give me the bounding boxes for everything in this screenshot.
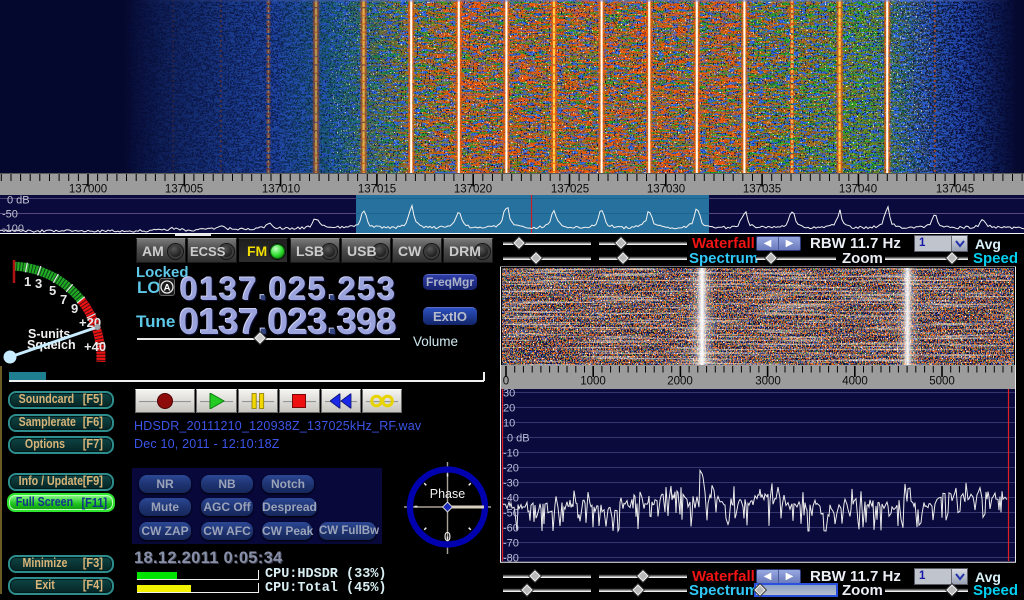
svg-text:5: 5 bbox=[49, 283, 56, 298]
svg-text:Phase: Phase bbox=[430, 487, 465, 501]
svg-text:-60: -60 bbox=[503, 523, 519, 535]
svg-text:+40: +40 bbox=[84, 339, 106, 354]
svg-text:10: 10 bbox=[503, 418, 515, 430]
svg-text:-10: -10 bbox=[503, 448, 519, 460]
svg-text:2000: 2000 bbox=[667, 376, 693, 388]
svg-text:-70: -70 bbox=[503, 538, 519, 550]
svg-text:-40: -40 bbox=[503, 493, 519, 505]
svg-text:9: 9 bbox=[71, 301, 78, 316]
svg-text:0: 0 bbox=[503, 376, 509, 388]
svg-text:1000: 1000 bbox=[580, 376, 606, 388]
svg-text:7: 7 bbox=[60, 292, 67, 307]
svg-text:-30: -30 bbox=[503, 478, 519, 490]
svg-text:3000: 3000 bbox=[755, 376, 781, 388]
svg-text:3: 3 bbox=[35, 276, 42, 291]
svg-text:5000: 5000 bbox=[929, 376, 955, 388]
svg-text:-20: -20 bbox=[503, 463, 519, 475]
svg-text:1: 1 bbox=[24, 274, 31, 289]
svg-text:30: 30 bbox=[503, 388, 515, 400]
svg-text:-50: -50 bbox=[503, 508, 519, 520]
svg-text:0 dB: 0 dB bbox=[507, 433, 530, 445]
svg-text:20: 20 bbox=[503, 403, 515, 415]
svg-text:A: A bbox=[164, 282, 171, 293]
svg-text:4000: 4000 bbox=[842, 376, 868, 388]
svg-text:0: 0 bbox=[444, 530, 451, 544]
